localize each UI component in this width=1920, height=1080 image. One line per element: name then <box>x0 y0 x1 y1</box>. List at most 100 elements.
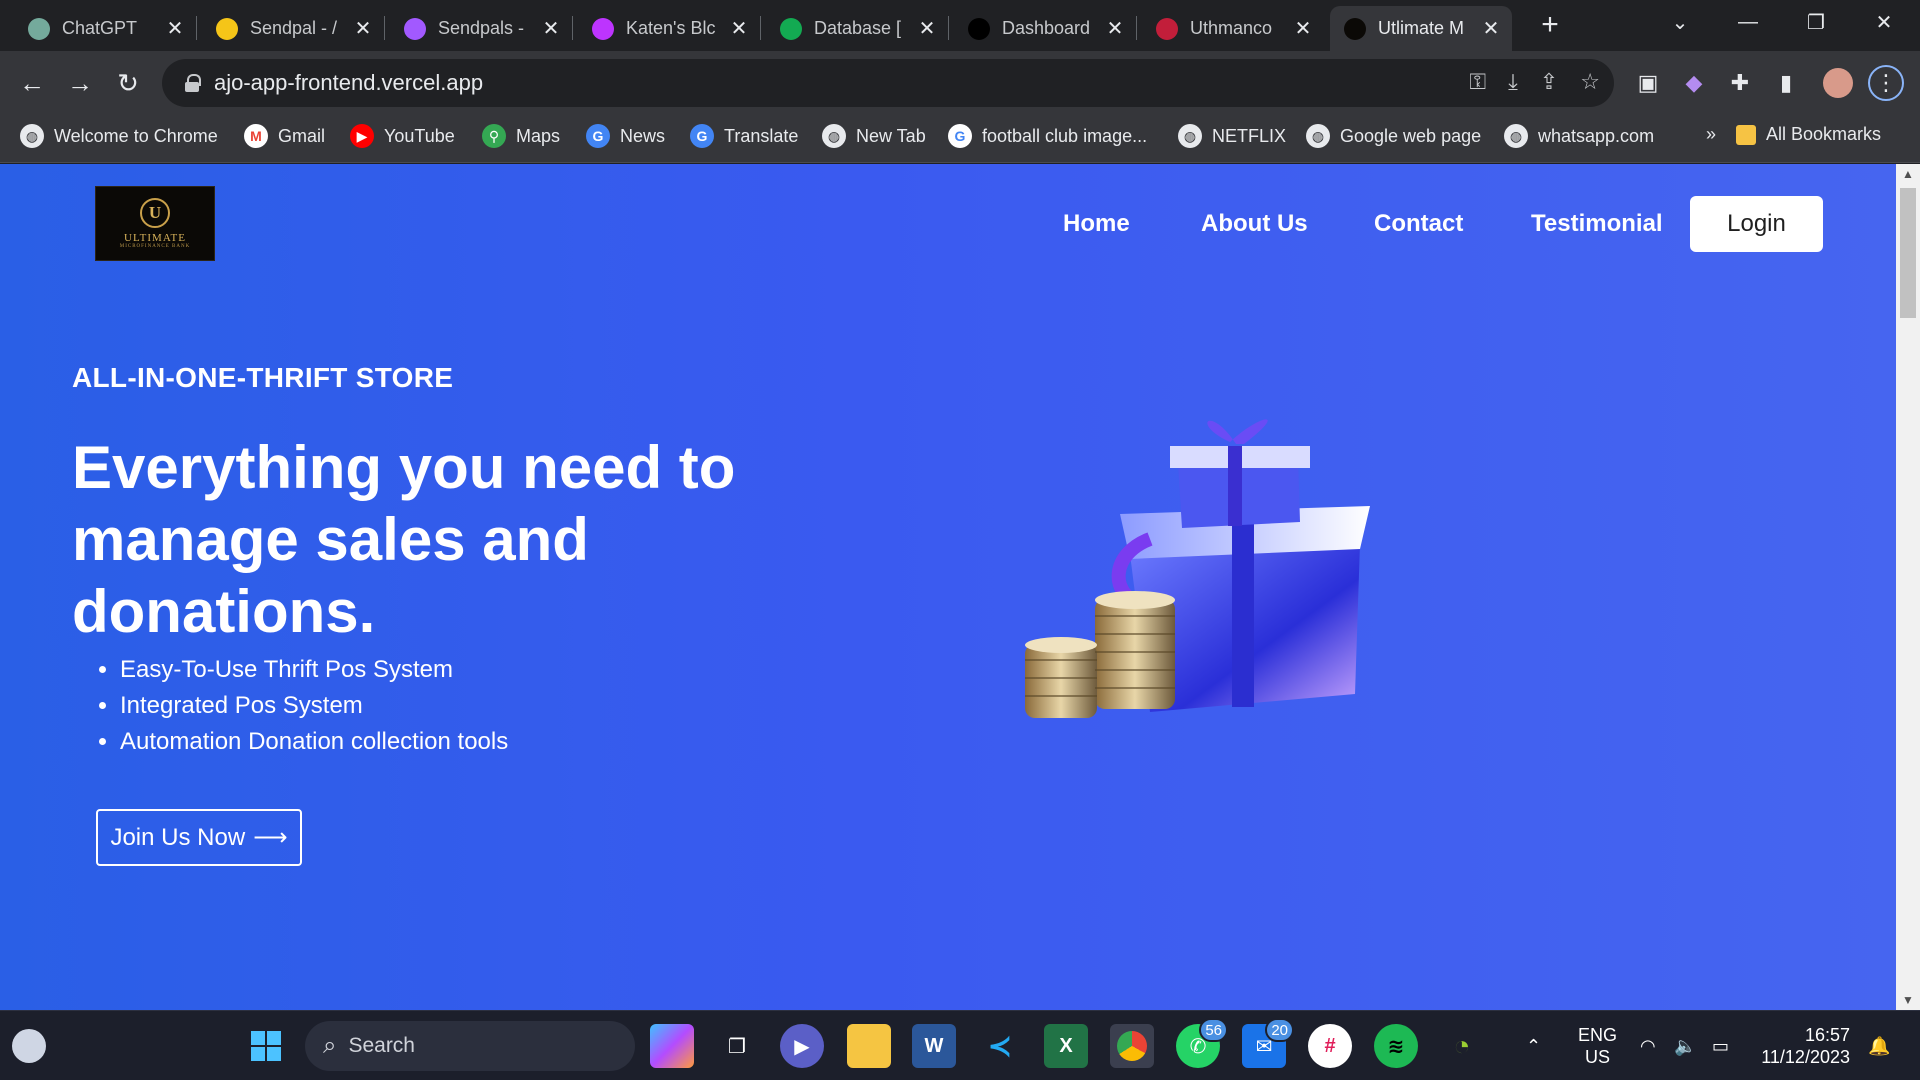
browser-tab[interactable]: Database [ ✕ <box>766 6 949 51</box>
vscode-icon[interactable]: ≺ <box>978 1024 1022 1068</box>
close-tab-icon[interactable]: ✕ <box>540 16 562 41</box>
slack-icon[interactable]: # <box>1308 1024 1352 1068</box>
volume-icon[interactable]: 🔈 <box>1674 1011 1696 1080</box>
tab-title: Database [ <box>814 18 902 38</box>
globe-icon: ◍ <box>1306 124 1330 148</box>
address-bar[interactable]: ajo-app-frontend.vercel.app ⚿ ⤓ ⇪ ☆ <box>162 59 1614 107</box>
notifications-bell-icon[interactable]: 🔔 <box>1868 1011 1890 1080</box>
install-icon[interactable]: ⤓ <box>1508 69 1518 95</box>
start-icon[interactable] <box>244 1024 288 1068</box>
close-window-icon[interactable]: ✕ <box>1856 0 1912 44</box>
bookmark-item[interactable]: Gfootball club image... <box>948 124 1147 148</box>
weather-icon[interactable] <box>12 1029 46 1063</box>
teams-chat-icon[interactable]: ▶ <box>780 1024 824 1068</box>
nav-about-us[interactable]: About Us <box>1201 210 1308 238</box>
forward-icon[interactable]: → <box>62 65 98 101</box>
bookmark-item[interactable]: ◍ Welcome to Chrome <box>20 124 218 148</box>
close-tab-icon[interactable]: ✕ <box>916 16 938 41</box>
spotify-icon[interactable]: ≋ <box>1374 1024 1418 1068</box>
nav-contact[interactable]: Contact <box>1374 210 1463 238</box>
feature-item: Automation Donation collection tools <box>120 724 508 760</box>
key-icon[interactable]: ⚿ <box>1469 69 1486 95</box>
chrome-icon[interactable] <box>1110 1024 1154 1068</box>
tab-title: Sendpals - <box>438 18 525 38</box>
bookmark-label: News <box>620 125 666 146</box>
close-tab-icon[interactable]: ✕ <box>352 16 374 41</box>
bookmark-item[interactable]: ⚲ Maps <box>482 124 560 148</box>
bookmark-item[interactable]: ◍ New Tab <box>822 124 926 148</box>
browser-tab[interactable]: Dashboard ✕ <box>954 6 1137 51</box>
whatsapp-icon[interactable]: ✆ 56 <box>1176 1018 1228 1068</box>
all-bookmarks-folder[interactable]: All Bookmarks <box>1736 124 1881 145</box>
share-icon[interactable]: ⇪ <box>1540 69 1558 95</box>
site-logo[interactable]: U ULTIMATE MICROFINANCE BANK <box>95 186 215 261</box>
bookmark-item[interactable]: G News <box>586 124 665 148</box>
side-panel-icon[interactable]: ▮ <box>1768 65 1804 101</box>
chrome-menu-icon[interactable]: ⋮ <box>1868 65 1904 101</box>
nav-home[interactable]: Home <box>1063 210 1130 238</box>
logo-emblem: U <box>140 198 170 228</box>
file-explorer-icon[interactable] <box>847 1024 891 1068</box>
close-tab-icon[interactable]: ✕ <box>1104 16 1126 41</box>
bookmark-label: Maps <box>516 125 561 146</box>
close-tab-icon[interactable]: ✕ <box>728 16 750 41</box>
close-tab-icon[interactable]: ✕ <box>1480 16 1502 41</box>
more-bookmarks-button[interactable]: » <box>1706 124 1716 145</box>
bookmark-item[interactable]: ▶ YouTube <box>350 124 455 148</box>
bookmark-label: Gmail <box>278 125 326 146</box>
extension-purple-icon[interactable]: ◆ <box>1676 65 1712 101</box>
browser-tab[interactable]: Katen's Blc ✕ <box>578 6 761 51</box>
restore-icon[interactable]: ❐ <box>1788 0 1844 44</box>
login-button[interactable]: Login <box>1690 196 1823 252</box>
copilot-icon[interactable] <box>650 1024 694 1068</box>
trello-extension-icon[interactable]: ▣ <box>1630 65 1666 101</box>
scroll-down-icon[interactable]: ▼ <box>1896 990 1920 1010</box>
bookmark-item[interactable]: ◍ Google web page <box>1306 124 1481 148</box>
wifi-icon[interactable]: ◠ <box>1640 1011 1656 1080</box>
url-text[interactable]: ajo-app-frontend.vercel.app <box>214 70 483 96</box>
bookmark-item[interactable]: G Translate <box>690 124 798 148</box>
reload-icon[interactable]: ↻ <box>110 65 146 101</box>
taskbar-search[interactable]: ⌕ Search <box>305 1021 635 1071</box>
bookmark-star-icon[interactable]: ☆ <box>1580 69 1600 95</box>
app-chameleon-icon[interactable]: ◔ <box>1440 1024 1484 1068</box>
tab-strip: ChatGPT ✕ Sendpal - / ✕ Sendpals - ✕ Katen's B… <box>0 0 1920 51</box>
clock[interactable]: 16:57 11/12/2023 <box>1758 1011 1850 1080</box>
bookmark-label: YouTube <box>384 125 455 146</box>
page-scrollbar[interactable]: ▲ ▼ <box>1896 164 1920 1010</box>
folder-icon <box>1736 124 1756 145</box>
browser-tab[interactable]: Utlimate M ✕ <box>1330 6 1512 51</box>
news-icon: G <box>586 124 610 148</box>
browser-toolbar: ← → ↻ ajo-app-frontend.vercel.app ⚿ ⤓ ⇪ … <box>0 51 1920 113</box>
bookmark-item[interactable]: ◍ whatsapp.com <box>1504 124 1654 148</box>
browser-tab[interactable]: Uthmanco ✕ <box>1142 6 1324 51</box>
show-hidden-icons[interactable]: ⌃ <box>1526 1011 1541 1080</box>
excel-icon[interactable]: X <box>1044 1024 1088 1068</box>
close-tab-icon[interactable]: ✕ <box>1292 16 1314 41</box>
bookmark-item[interactable]: M Gmail <box>244 124 325 148</box>
battery-icon[interactable]: ▭ <box>1712 1011 1729 1080</box>
lock-icon[interactable] <box>184 74 201 92</box>
scrollbar-thumb[interactable] <box>1900 188 1916 318</box>
bookmark-item[interactable]: ◍ NETFLIX <box>1178 124 1286 148</box>
tab-separator <box>948 16 949 40</box>
scroll-up-icon[interactable]: ▲ <box>1896 164 1920 184</box>
tab-title: Katen's Blc <box>626 18 716 38</box>
nav-testimonial[interactable]: Testimonial <box>1531 210 1663 238</box>
close-tab-icon[interactable]: ✕ <box>164 16 186 41</box>
back-icon[interactable]: ← <box>14 65 50 101</box>
extensions-puzzle-icon[interactable]: ✚ <box>1722 65 1758 101</box>
mail-icon[interactable]: ✉ 20 <box>1242 1018 1294 1068</box>
join-us-button[interactable]: Join Us Now ⟶ <box>96 809 302 866</box>
new-tab-button[interactable]: + <box>1532 8 1568 44</box>
browser-tab[interactable]: ChatGPT ✕ <box>14 6 197 51</box>
minimize-icon[interactable]: — <box>1720 0 1776 44</box>
browser-tab[interactable]: Sendpals - ✕ <box>390 6 573 51</box>
task-view-icon[interactable]: ❐ <box>715 1024 759 1068</box>
browser-tab[interactable]: Sendpal - / ✕ <box>202 6 385 51</box>
tab-search-icon[interactable]: ⌄ <box>1652 0 1708 44</box>
tab-title: ChatGPT <box>62 18 138 38</box>
profile-avatar[interactable] <box>1820 65 1856 101</box>
language-indicator[interactable]: ENG US <box>1578 1011 1617 1080</box>
word-icon[interactable]: W <box>912 1024 956 1068</box>
